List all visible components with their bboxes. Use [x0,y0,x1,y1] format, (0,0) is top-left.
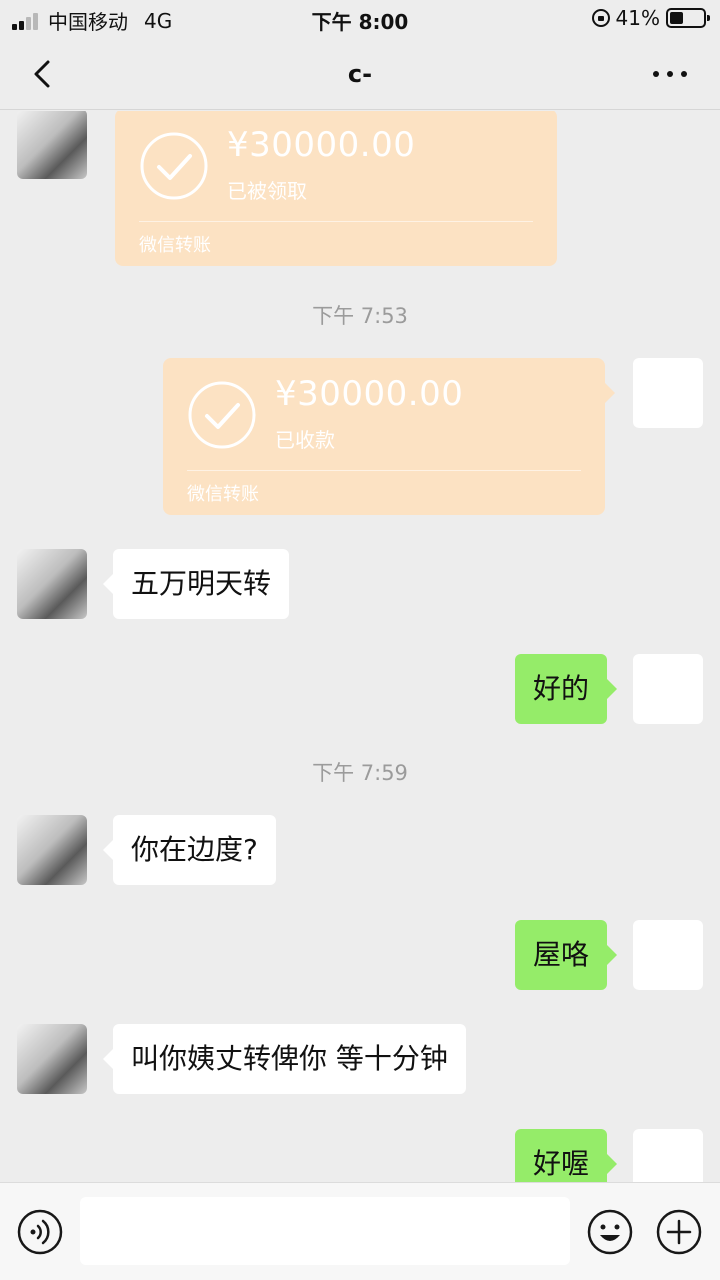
message-bubble-self[interactable]: 好喔 [514,1129,618,1182]
transfer-label: 微信转账 [139,235,211,256]
self-avatar[interactable] [633,654,703,724]
message-bubble-self[interactable]: 屋咯 [514,920,618,990]
battery-percent: 41% [615,6,660,30]
contact-avatar[interactable] [17,815,87,885]
transfer-card-received[interactable]: ¥30000.00 已被领取 微信转账 [115,111,557,266]
emoji-icon[interactable] [587,1209,633,1255]
transfer-divider [139,221,533,222]
chat-title: c- [347,60,373,88]
self-avatar[interactable] [633,358,703,428]
transfer-amount: ¥30000.00 [227,125,416,165]
contact-avatar[interactable] [17,111,87,179]
message-input[interactable] [80,1197,570,1265]
transfer-card-sent[interactable]: ¥30000.00 已收款 微信转账 [163,358,615,515]
message-bubble-self[interactable]: 好的 [514,654,618,724]
message-bubble-other[interactable]: 你在边度? [103,815,276,885]
more-dots-icon[interactable] [650,62,690,86]
chat-area[interactable]: ¥30000.00 已被领取 微信转账 下午 7:53 ¥30000.00 已收… [0,111,720,1182]
plus-icon[interactable] [656,1209,702,1255]
message-bubble-other[interactable]: 叫你姨丈转俾你 等十分钟 [103,1024,466,1094]
message-bubble-other[interactable]: 五万明天转 [102,549,290,619]
nav-bar: c- [0,38,720,110]
transfer-amount: ¥30000.00 [275,374,464,414]
transfer-divider [187,470,581,471]
transfer-status: 已被领取 [227,179,307,203]
status-bar: 中国移动 4G 下午 8:00 41% [0,0,720,38]
check-icon [188,381,256,449]
status-right: 41% [591,6,710,30]
timestamp: 下午 7:59 [312,761,408,785]
self-avatar[interactable] [633,1129,703,1182]
contact-avatar[interactable] [17,1024,87,1094]
input-bar [0,1182,720,1280]
voice-icon[interactable] [17,1209,63,1255]
transfer-label: 微信转账 [187,484,259,505]
rotation-lock-icon [591,9,610,27]
transfer-status: 已收款 [275,428,335,452]
self-avatar[interactable] [633,920,703,990]
battery-icon [666,8,710,28]
contact-avatar[interactable] [17,549,87,619]
check-icon [140,132,208,200]
timestamp: 下午 7:53 [312,304,408,328]
